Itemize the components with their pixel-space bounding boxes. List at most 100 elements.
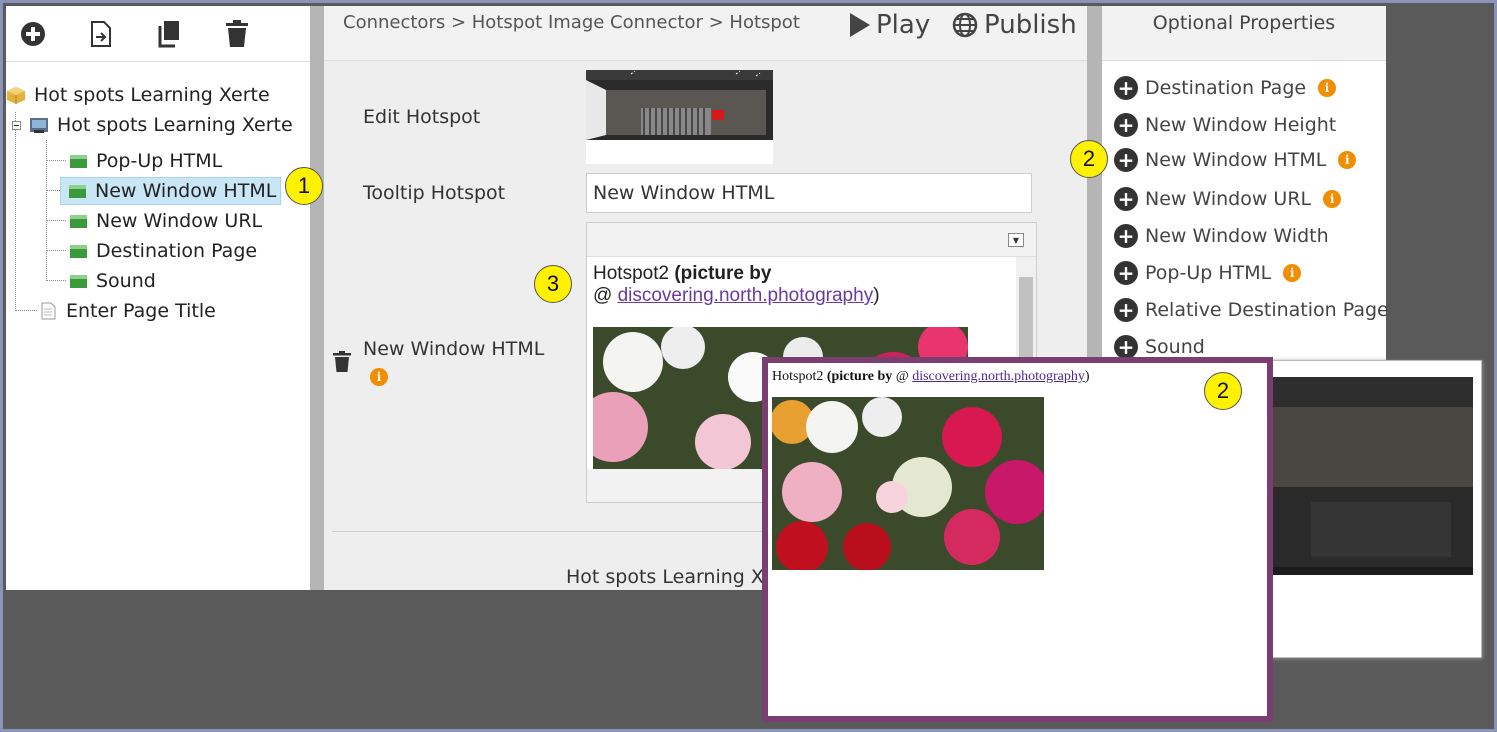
tree-node-new-window-html[interactable]: New Window HTML	[60, 177, 282, 205]
add-icon[interactable]	[18, 19, 48, 49]
copy-icon[interactable]	[154, 19, 184, 49]
popup-text-plain: Hotspot2	[772, 369, 827, 384]
hotspot-icon	[69, 185, 86, 198]
add-icon: +	[1114, 148, 1138, 172]
globe-icon	[952, 12, 978, 38]
optional-label: New Window URL	[1145, 188, 1312, 210]
optional-new-window-url[interactable]: + New Window URL i	[1114, 187, 1342, 211]
editor-header: Connectors > Hotspot Image Connector > H…	[324, 6, 1087, 61]
publish-label: Publish	[984, 10, 1077, 40]
new-window-html-label: New Window HTML	[363, 338, 545, 360]
package-icon	[7, 87, 25, 104]
tree-node-root[interactable]: Hot spots Learning Xerte	[6, 82, 270, 108]
tree-node-label: Destination Page	[96, 240, 258, 262]
hotspot-thumbnail[interactable]	[586, 70, 773, 164]
info-icon[interactable]: i	[1283, 264, 1302, 282]
tree-node-popup-html[interactable]: Pop-Up HTML	[68, 148, 222, 174]
tree-line	[46, 190, 60, 191]
optional-new-window-width[interactable]: + New Window Width	[1114, 224, 1329, 248]
editor-toolbar: ▼	[587, 223, 1036, 257]
optional-label: Sound	[1145, 336, 1205, 358]
optional-popup-html[interactable]: + Pop-Up HTML i	[1114, 261, 1302, 285]
tree-line	[46, 280, 66, 281]
hotspot-image	[586, 70, 773, 140]
optional-new-window-html[interactable]: + New Window HTML i	[1114, 148, 1357, 172]
optional-new-window-height[interactable]: + New Window Height	[1114, 113, 1336, 137]
hotspot-icon	[70, 245, 87, 258]
popup-text-close: )	[1084, 369, 1090, 384]
photographer-link[interactable]: discovering.north.photography	[618, 285, 874, 306]
add-icon: +	[1114, 261, 1138, 285]
tree-line	[15, 112, 16, 311]
optional-label: New Window Height	[1145, 114, 1337, 136]
delete-icon[interactable]	[332, 351, 352, 373]
tree-node-label: New Window HTML	[95, 180, 277, 202]
hotspot-icon	[70, 155, 87, 168]
panel-splitter[interactable]	[1087, 6, 1102, 360]
hotspot-icon	[70, 275, 87, 288]
tree-line	[46, 250, 66, 251]
optional-relative-destination-page[interactable]: + Relative Destination Page	[1114, 298, 1389, 322]
tree-node-enter-page-title[interactable]: Enter Page Title	[38, 298, 216, 324]
optional-label: Relative Destination Page	[1145, 299, 1389, 321]
tree-line	[46, 160, 66, 161]
info-icon[interactable]: i	[1318, 79, 1337, 97]
tree-node-label: Sound	[96, 270, 156, 292]
structure-toolbar	[6, 6, 310, 62]
play-button[interactable]: Play	[848, 10, 930, 40]
collapse-icon[interactable]	[12, 120, 21, 130]
editor-text-close: )	[873, 285, 880, 306]
callout-badge-2: 2	[1070, 140, 1108, 178]
preview-window	[1262, 360, 1482, 658]
footer-title: Hot spots Learning Xe	[566, 566, 775, 588]
callout-badge-1: 1	[285, 167, 323, 205]
tree-node-label: Hot spots Learning Xerte	[34, 84, 270, 106]
optional-label: Destination Page	[1145, 77, 1307, 99]
tooltip-hotspot-label: Tooltip Hotspot	[363, 182, 506, 204]
delete-icon[interactable]	[222, 19, 252, 49]
popup-text-at: @	[892, 369, 913, 384]
toolbar-expand-icon[interactable]: ▼	[1008, 233, 1024, 247]
tree-line	[46, 220, 66, 221]
optional-label: New Window HTML	[1145, 149, 1327, 171]
import-icon[interactable]	[86, 19, 116, 49]
breadcrumb: Connectors > Hotspot Image Connector > H…	[343, 12, 800, 33]
tree-node-page[interactable]: Hot spots Learning Xerte	[12, 112, 293, 138]
new-window-popup[interactable]: Hotspot2 (picture by @ discovering.north…	[762, 357, 1273, 722]
popup-flowers-image	[772, 397, 1044, 570]
tree-node-label: Pop-Up HTML	[96, 150, 223, 172]
tree-node-new-window-url[interactable]: New Window URL	[68, 208, 262, 234]
play-label: Play	[876, 10, 931, 40]
tree-line	[15, 310, 37, 311]
structure-panel: Hot spots Learning Xerte Hot spots Learn…	[6, 6, 310, 590]
callout-badge-3: 3	[534, 265, 572, 303]
tooltip-hotspot-input[interactable]	[586, 173, 1032, 213]
page-icon	[30, 118, 48, 133]
tree-line	[46, 140, 47, 281]
editor-text-bold: (picture by	[674, 263, 772, 284]
panel-splitter[interactable]	[310, 6, 324, 590]
hotspot-icon	[70, 215, 87, 228]
optional-properties-panel: Optional Properties + Destination Page i…	[1102, 6, 1389, 360]
info-icon[interactable]: i	[1323, 190, 1342, 208]
tree-node-label: Enter Page Title	[66, 300, 216, 322]
popup-text: Hotspot2 (picture by @ discovering.north…	[772, 369, 1090, 385]
optional-sound[interactable]: + Sound	[1114, 335, 1205, 359]
popup-photographer-link[interactable]: discovering.north.photography	[912, 369, 1085, 384]
optional-label: Pop-Up HTML	[1145, 262, 1272, 284]
add-icon: +	[1114, 187, 1138, 211]
info-icon[interactable]: i	[1338, 151, 1357, 169]
optional-destination-page[interactable]: + Destination Page i	[1114, 76, 1337, 100]
document-icon	[41, 302, 56, 320]
tree-node-destination-page[interactable]: Destination Page	[68, 238, 257, 264]
optional-properties-title: Optional Properties	[1102, 6, 1386, 61]
optional-label: New Window Width	[1145, 225, 1329, 247]
callout-badge-2-popup: 2	[1204, 372, 1242, 410]
add-icon: +	[1114, 335, 1138, 359]
editor-text: Hotspot2 (picture by @ discovering.north…	[593, 263, 880, 307]
editor-text-at: @	[593, 285, 618, 306]
info-icon[interactable]: i	[370, 366, 388, 386]
play-icon	[850, 13, 870, 37]
tree-node-sound[interactable]: Sound	[68, 268, 156, 294]
publish-button[interactable]: Publish	[952, 10, 1077, 40]
